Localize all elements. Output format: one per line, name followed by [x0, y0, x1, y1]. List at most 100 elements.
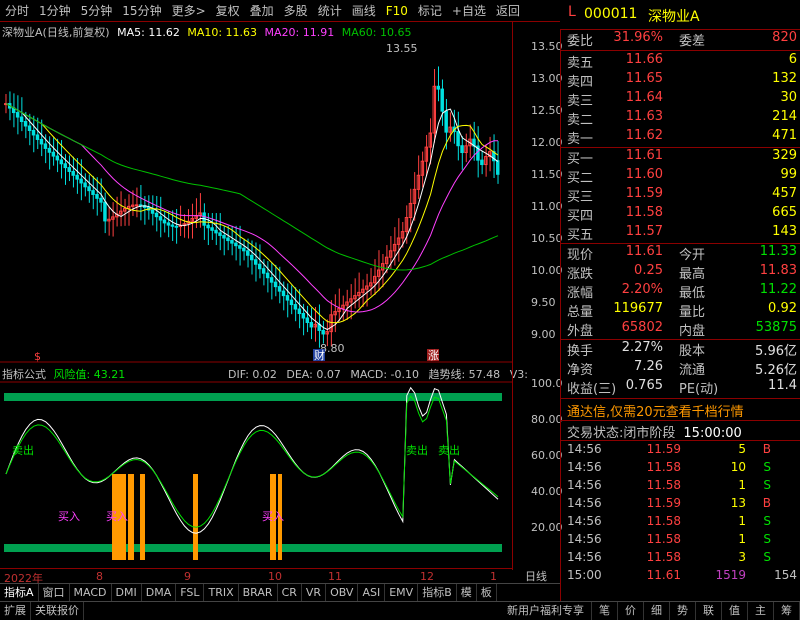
buy-signal: 买入 — [58, 510, 80, 523]
tab-14[interactable]: 模 — [457, 584, 477, 601]
y-tick-label: 11.00 — [531, 200, 563, 213]
candle-body — [234, 242, 238, 247]
candle-body — [222, 234, 226, 239]
bottom-right-item[interactable]: 值 — [722, 602, 748, 620]
tick-direction: S — [763, 532, 771, 546]
tick-row: 14:56 11.59 13 B — [561, 496, 800, 515]
dif-value: DIF: 0.02 — [228, 368, 277, 381]
toolbar-item[interactable]: F10 — [381, 4, 413, 18]
indicator-name[interactable]: 指标公式 — [2, 368, 46, 381]
tab-3[interactable]: DMI — [112, 584, 142, 601]
divider — [561, 440, 800, 441]
price-chart[interactable]: 13.558.80$ 财涨卖出 卖出 卖出买入 买入 买入 — [0, 22, 512, 570]
ad-banner[interactable]: 通达信,仅需20元查看千档行情 — [567, 401, 744, 420]
tick-row: 14:56 11.58 1 S — [561, 532, 800, 551]
tab-12[interactable]: EMV — [385, 584, 419, 601]
quote-value: 2.27% — [621, 340, 663, 355]
trade-status: 交易状态:闭市阶段 15:00:00 — [567, 422, 742, 441]
tick-direction: B — [762, 442, 771, 456]
tab-9[interactable]: VR — [302, 584, 327, 601]
bottom-right-item[interactable]: 价 — [618, 602, 644, 620]
quote-panel: 委比 31.96% 委差 820 卖五 11.66 6 卖四 11.65 132 卖三 11.64 30… — [560, 30, 800, 601]
tab-5[interactable]: FSL — [176, 584, 205, 601]
signal-bar — [140, 474, 145, 560]
tick-row: 14:56 11.58 1 S — [561, 514, 800, 533]
candle-body — [170, 224, 175, 227]
tab-13[interactable]: 指标B — [418, 584, 457, 601]
quote-label: 换手 — [567, 344, 594, 359]
quote-row: 总量 119677 量比 0.92 — [561, 301, 800, 320]
buy-row[interactable]: 买四 11.58 665 — [561, 205, 800, 224]
legend-ma10: MA10: 11.63 — [187, 26, 258, 39]
quote-value: 11.33 — [759, 244, 797, 259]
sell-row[interactable]: 卖一 11.62 471 — [561, 128, 800, 147]
sell-row[interactable]: 卖五 11.66 6 — [561, 52, 800, 71]
bottom-item[interactable]: 扩展 — [0, 602, 31, 620]
bottom-right-item[interactable]: 细 — [644, 602, 670, 620]
bottom-right-item[interactable]: 联 — [696, 602, 722, 620]
candle-body — [265, 272, 270, 279]
toolbar-item[interactable]: 返回 — [491, 2, 525, 19]
toolbar-item[interactable]: 更多> — [167, 2, 211, 19]
candle-body — [19, 116, 24, 123]
sell-volume: 30 — [780, 90, 797, 105]
tab-4[interactable]: DMA — [142, 584, 177, 601]
toolbar-item[interactable]: 5分钟 — [76, 2, 118, 19]
bottom-right-item[interactable]: 新用户福利专享 — [500, 602, 592, 620]
tab-15[interactable]: 板 — [477, 584, 497, 601]
toolbar-item[interactable]: 统计 — [313, 2, 347, 19]
bottom-right-item[interactable]: 势 — [670, 602, 696, 620]
sell-row[interactable]: 卖四 11.65 132 — [561, 71, 800, 90]
bottom-item[interactable]: 关联报价 — [31, 602, 84, 620]
bottom-right-item[interactable]: 筹 — [774, 602, 800, 620]
bottom-right-item[interactable]: 主 — [748, 602, 774, 620]
buy-price: 11.61 — [625, 148, 663, 163]
tab-1[interactable]: 窗口 — [39, 584, 70, 601]
toolbar-item[interactable]: 画线 — [347, 2, 381, 19]
tab-6[interactable]: TRIX — [204, 584, 239, 601]
candle-body — [43, 143, 48, 149]
buy-row[interactable]: 买五 11.57 143 — [561, 224, 800, 243]
status-time: 15:00:00 — [683, 426, 742, 441]
sell-row[interactable]: 卖二 11.63 214 — [561, 109, 800, 128]
quote-value: 11.83 — [759, 263, 797, 278]
bottom-bar: 扩展 关联报价 新用户福利专享笔价细势联值主筹 — [0, 601, 800, 620]
sell-signal: 卖出 — [438, 443, 460, 457]
tab-10[interactable]: OBV — [326, 584, 359, 601]
tick-price: 11.59 — [646, 496, 681, 510]
buy-row[interactable]: 买三 11.59 457 — [561, 186, 800, 205]
sell-row[interactable]: 卖三 11.64 30 — [561, 90, 800, 109]
buy-row[interactable]: 买一 11.61 329 — [561, 148, 800, 167]
toolbar-item[interactable]: 15分钟 — [117, 2, 166, 19]
toolbar: 分时 1分钟 5分钟 15分钟 更多> 复权 叠加 多股 统计 画线 F10 标记 +自选 返回 — [0, 0, 560, 22]
tab-11[interactable]: ASI — [358, 584, 386, 601]
x-axis: 2022年 8 9 10 11 12 1 — [0, 568, 512, 585]
toolbar-item[interactable]: 多股 — [279, 2, 313, 19]
candle-body — [23, 121, 28, 127]
period-label[interactable]: 日线 — [525, 568, 547, 584]
toolbar-item[interactable]: +自选 — [447, 2, 491, 19]
toolbar-item[interactable]: 1分钟 — [34, 2, 76, 19]
toolbar-item[interactable]: 分时 — [0, 2, 34, 19]
buy-price: 11.57 — [625, 224, 663, 239]
candle-body — [285, 295, 290, 301]
buy-label: 买二 — [567, 171, 594, 186]
bottom-right-item[interactable]: 笔 — [592, 602, 618, 620]
candle-body — [210, 227, 214, 231]
high-annotation: 13.55 — [386, 42, 418, 55]
toolbar-item[interactable]: 叠加 — [245, 2, 279, 19]
tick-time: 14:56 — [567, 460, 602, 474]
buy-row[interactable]: 买二 11.60 99 — [561, 167, 800, 186]
tab-8[interactable]: CR — [278, 584, 302, 601]
tab-7[interactable]: BRAR — [239, 584, 278, 601]
toolbar-item[interactable]: 标记 — [413, 2, 447, 19]
tab-0[interactable]: 指标A — [0, 584, 39, 601]
toolbar-item[interactable]: 复权 — [211, 2, 245, 19]
tab-2[interactable]: MACD — [70, 584, 112, 601]
signal-bar — [193, 474, 198, 560]
candle-body — [281, 290, 286, 297]
buy-signal: 买入 — [262, 510, 284, 523]
buy-signal: 买入 — [106, 510, 128, 523]
divider — [561, 420, 800, 421]
chart-area[interactable]: 13.55 8.80 $ 财涨卖出 卖出 卖出 买入 买入 买入 深物业A(日线,前复权) MA… — [0, 22, 563, 585]
